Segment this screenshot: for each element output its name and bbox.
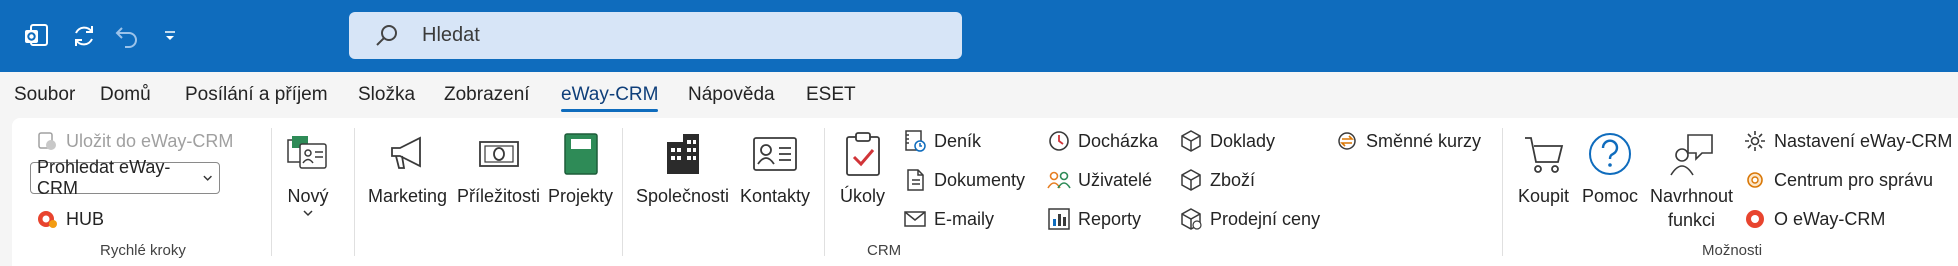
group-label-quick-steps: Rychlé kroky [100, 242, 186, 259]
goods-button[interactable]: Zboží [1178, 165, 1255, 195]
tab-folder[interactable]: Složka [358, 84, 415, 106]
separator [354, 128, 355, 256]
documents-button[interactable]: Dokumenty [902, 165, 1025, 195]
tab-help[interactable]: Nápověda [688, 84, 775, 106]
contacts-button[interactable]: Kontakty [740, 128, 810, 208]
exchange-icon [1334, 128, 1360, 154]
cart-icon [1522, 128, 1566, 180]
save-icon [34, 128, 60, 154]
box-icon [1178, 167, 1204, 193]
feedback-person-icon [1668, 128, 1716, 180]
reports-button[interactable]: Reporty [1046, 204, 1141, 234]
buy-button[interactable]: Koupit [1518, 128, 1569, 208]
separator [1502, 128, 1503, 256]
marketing-button[interactable]: Marketing [368, 128, 447, 208]
tab-home[interactable]: Domů [100, 84, 151, 106]
help-icon [1587, 128, 1633, 180]
project-book-icon [561, 128, 601, 180]
package-icon [1178, 128, 1204, 154]
contact-card-icon [752, 128, 798, 180]
eway-logo-icon [1742, 206, 1768, 232]
emails-button[interactable]: E-maily [902, 204, 994, 234]
group-label-options: Možnosti [1702, 242, 1763, 259]
clipboard-check-icon [843, 128, 883, 180]
money-icon [477, 128, 521, 180]
search-placeholder: Hledat [422, 24, 480, 46]
users-icon [1046, 167, 1072, 193]
tasks-button[interactable]: Úkoly [840, 128, 885, 208]
price-box-icon [1178, 206, 1204, 232]
title-bar: Hledat [0, 0, 1958, 72]
tab-eway-crm[interactable]: eWay-CRM [561, 84, 659, 112]
attendance-button[interactable]: Docházka [1046, 126, 1158, 156]
report-chart-icon [1046, 206, 1072, 232]
journal-icon [902, 128, 928, 154]
menu-bar: Soubor Domů Posílání a příjem Složka Zob… [0, 72, 1958, 118]
eway-settings-button[interactable]: Nastavení eWay-CRM [1742, 126, 1952, 156]
tab-file[interactable]: Soubor [14, 84, 75, 106]
about-eway-button[interactable]: O eWay-CRM [1742, 204, 1885, 234]
search-eway-select[interactable]: Prohledat eWay-CRM [30, 157, 220, 198]
tab-eset[interactable]: ESET [806, 84, 856, 106]
group-label-crm: CRM [867, 242, 902, 259]
clock-icon [1046, 128, 1072, 154]
chevron-down-icon [203, 175, 212, 181]
chevron-down-icon [303, 210, 313, 217]
sync-icon[interactable] [66, 18, 102, 54]
separator [824, 128, 825, 256]
search-box[interactable]: Hledat [349, 12, 962, 59]
save-to-eway-button[interactable]: Uložit do eWay-CRM [34, 126, 233, 156]
companies-button[interactable]: Společnosti [636, 128, 729, 208]
doklady-button[interactable]: Doklady [1178, 126, 1275, 156]
search-icon [376, 24, 397, 46]
suggest-feature-button[interactable]: Navrhnout funkci [1650, 128, 1733, 232]
ribbon: Uložit do eWay-CRM Prohledat eWay-CRM HU… [12, 118, 1958, 266]
new-record-icon [286, 128, 330, 180]
admin-gear-icon [1742, 167, 1768, 193]
separator [271, 128, 272, 256]
gear-icon [1742, 128, 1768, 154]
help-button[interactable]: Pomoc [1582, 128, 1638, 208]
hub-icon [34, 206, 60, 232]
separator [622, 128, 623, 256]
megaphone-icon [386, 128, 430, 180]
projects-button[interactable]: Projekty [548, 128, 613, 208]
sale-prices-button[interactable]: Prodejní ceny [1178, 204, 1320, 234]
users-button[interactable]: Uživatelé [1046, 165, 1152, 195]
building-icon [663, 128, 703, 180]
document-icon [902, 167, 928, 193]
undo-icon[interactable] [109, 18, 145, 54]
mail-icon [902, 206, 928, 232]
hub-button[interactable]: HUB [34, 204, 104, 234]
admin-center-button[interactable]: Centrum pro správu [1742, 165, 1933, 195]
exchange-rates-button[interactable]: Směnné kurzy [1334, 126, 1481, 156]
customize-toolbar-icon[interactable] [152, 18, 188, 54]
new-button[interactable]: Nový [286, 128, 330, 218]
outlook-icon[interactable] [18, 18, 54, 54]
tab-send-receive[interactable]: Posílání a příjem [185, 84, 328, 106]
journal-button[interactable]: Deník [902, 126, 981, 156]
opportunities-button[interactable]: Příležitosti [457, 128, 540, 208]
tab-view[interactable]: Zobrazení [444, 84, 530, 106]
